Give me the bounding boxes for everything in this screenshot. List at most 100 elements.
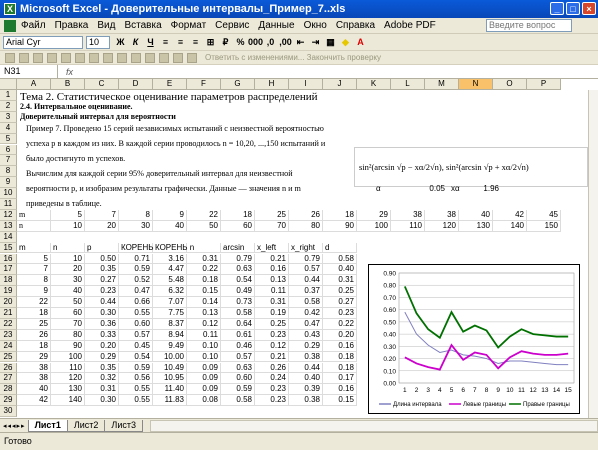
- tab-nav-arrows[interactable]: ◂◂◂▸▸: [3, 422, 26, 430]
- table-cell[interactable]: 8.94: [153, 329, 187, 341]
- help-question-input[interactable]: Введите вопрос: [486, 19, 572, 32]
- row-header[interactable]: 25: [0, 351, 17, 363]
- n-row-value[interactable]: 100: [357, 220, 391, 232]
- table-header[interactable]: d: [323, 242, 357, 254]
- n-row-value[interactable]: 70: [255, 220, 289, 232]
- table-cell[interactable]: 0.59: [119, 264, 153, 276]
- chart-wizard-icon[interactable]: [187, 52, 197, 63]
- align-center-icon[interactable]: ≡: [175, 37, 186, 48]
- table-cell[interactable]: 0.23: [255, 384, 289, 396]
- table-cell[interactable]: 0.15: [323, 395, 357, 407]
- table-cell[interactable]: 11.83: [153, 395, 187, 407]
- table-cell[interactable]: 0.27: [85, 275, 119, 287]
- table-cell[interactable]: 0.14: [187, 297, 221, 308]
- row-header[interactable]: 4: [0, 122, 17, 134]
- new-icon[interactable]: [5, 52, 15, 63]
- menu-edit[interactable]: Правка: [55, 20, 89, 31]
- row-header[interactable]: 30: [0, 406, 17, 417]
- font-name-select[interactable]: Arial Cyr: [3, 35, 83, 49]
- table-cell[interactable]: 0.50: [85, 253, 119, 265]
- table-cell[interactable]: 0.31: [323, 275, 357, 287]
- table-header[interactable]: КОРЕНЬ: [119, 242, 154, 254]
- table-cell[interactable]: 0.58: [289, 297, 323, 308]
- table-cell[interactable]: 0.30: [85, 308, 119, 319]
- table-cell[interactable]: 0.13: [187, 308, 221, 319]
- row-header[interactable]: 14: [0, 231, 17, 243]
- m-row-value[interactable]: 18: [221, 209, 255, 221]
- table-cell[interactable]: 0.64: [221, 318, 255, 330]
- table-cell[interactable]: 18: [17, 308, 51, 319]
- row-header[interactable]: 11: [0, 199, 17, 210]
- m-row-value[interactable]: 25: [255, 209, 289, 221]
- column-header[interactable]: N: [459, 79, 493, 90]
- n-row-value[interactable]: 150: [527, 220, 561, 232]
- row-header[interactable]: 3: [0, 111, 17, 123]
- table-cell[interactable]: 0.73: [221, 297, 255, 308]
- table-cell[interactable]: 0.42: [289, 308, 323, 319]
- table-cell[interactable]: 0.63: [221, 264, 255, 276]
- table-cell[interactable]: 9: [17, 286, 51, 298]
- fill-color-icon[interactable]: ◆: [340, 37, 351, 48]
- m-row-value[interactable]: 29: [357, 209, 391, 221]
- row-header[interactable]: 5: [0, 133, 17, 145]
- interval-chart[interactable]: 0.00 0.10 0.20 0.30 0.40 0.50 0.60 0.70 0.80 0.90…: [368, 264, 580, 414]
- row-header[interactable]: 9: [0, 177, 17, 189]
- align-right-icon[interactable]: ≡: [190, 37, 201, 48]
- table-cell[interactable]: 0.44: [289, 362, 323, 374]
- redo-icon[interactable]: [145, 52, 155, 63]
- table-cell[interactable]: 38: [17, 373, 51, 385]
- review-toolbar-text[interactable]: Ответить с изменениями... Закончить пров…: [205, 53, 381, 62]
- table-cell[interactable]: 0.11: [255, 286, 289, 298]
- n-row-value[interactable]: 110: [391, 220, 425, 232]
- table-cell[interactable]: 30: [51, 275, 85, 287]
- table-cell[interactable]: 26: [17, 329, 51, 341]
- n-row-value[interactable]: 20: [85, 220, 119, 232]
- table-cell[interactable]: 0.27: [323, 297, 357, 308]
- italic-button[interactable]: К: [130, 37, 141, 48]
- table-cell[interactable]: 0.60: [119, 318, 153, 330]
- table-cell[interactable]: 0.47: [119, 286, 153, 298]
- table-cell[interactable]: 0.55: [119, 395, 153, 407]
- n-row-value[interactable]: 40: [153, 220, 187, 232]
- row-header[interactable]: 2: [0, 100, 17, 112]
- sum-icon[interactable]: [159, 52, 169, 63]
- table-header[interactable]: x_right: [289, 242, 323, 254]
- table-cell[interactable]: 130: [51, 384, 85, 396]
- table-cell[interactable]: 0.39: [289, 384, 323, 396]
- table-cell[interactable]: 140: [51, 395, 85, 407]
- table-cell[interactable]: 3.16: [153, 253, 187, 265]
- table-cell[interactable]: 0.22: [187, 264, 221, 276]
- column-header[interactable]: C: [85, 79, 119, 90]
- n-row-value[interactable]: 140: [493, 220, 527, 232]
- table-cell[interactable]: 25: [17, 318, 51, 330]
- table-cell[interactable]: 0.24: [255, 373, 289, 385]
- horizontal-scrollbar[interactable]: [149, 420, 598, 432]
- table-cell[interactable]: 0.20: [323, 329, 357, 341]
- table-cell[interactable]: 0.58: [323, 253, 357, 265]
- open-icon[interactable]: [19, 52, 29, 63]
- column-header[interactable]: H: [255, 79, 289, 90]
- percent-icon[interactable]: %: [235, 37, 246, 48]
- table-cell[interactable]: 0.56: [119, 373, 153, 385]
- table-cell[interactable]: 70: [51, 318, 85, 330]
- table-cell[interactable]: 7.75: [153, 308, 187, 319]
- table-cell[interactable]: 0.57: [289, 264, 323, 276]
- table-cell[interactable]: 60: [51, 308, 85, 319]
- table-cell[interactable]: 20: [51, 264, 85, 276]
- table-header[interactable]: [187, 242, 221, 254]
- preview-icon[interactable]: [61, 52, 71, 63]
- n-row-label[interactable]: n: [17, 220, 51, 232]
- sort-icon[interactable]: [173, 52, 183, 63]
- increase-decimal-icon[interactable]: ,0: [265, 37, 276, 48]
- table-cell[interactable]: 0.63: [221, 362, 255, 374]
- table-header[interactable]: n: [51, 242, 85, 254]
- table-cell[interactable]: 0.16: [323, 340, 357, 352]
- row-header[interactable]: 1: [0, 90, 17, 101]
- table-cell[interactable]: 0.10: [187, 340, 221, 352]
- x-value[interactable]: 1.96: [466, 184, 501, 193]
- n-row-value[interactable]: 120: [425, 220, 459, 232]
- column-header[interactable]: L: [391, 79, 425, 90]
- n-row-value[interactable]: 130: [459, 220, 493, 232]
- fx-icon[interactable]: fx: [66, 67, 73, 77]
- interval-formula[interactable]: sin²(arcsin √p − xα/2√n), sin²(arcsin √p…: [354, 147, 588, 187]
